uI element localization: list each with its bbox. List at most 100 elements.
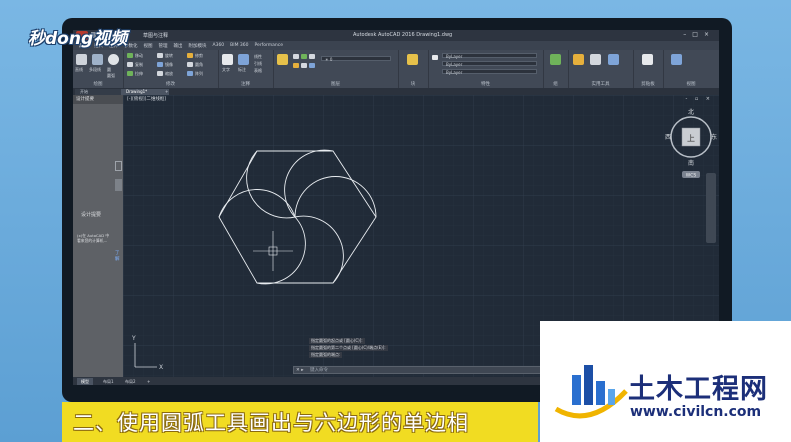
array-label: 阵列: [195, 71, 203, 76]
group-properties: ByLayer ByLayer ByLayer 特性: [428, 50, 544, 88]
group-modify-label: 修改: [166, 82, 175, 87]
group-draw: 直线 多段线 圆 圆弧 绘图: [73, 50, 124, 88]
compass-east[interactable]: 东: [711, 133, 717, 141]
design-feed-palette: 设计提要 设计提要 (x)在 AutoCAD 中 看来您的计算机… 了解: [73, 95, 123, 377]
group-groups: 组: [543, 50, 569, 88]
select-icon[interactable]: [590, 54, 601, 65]
arc-label: 圆弧: [107, 73, 115, 78]
group-view-label: 视图: [686, 82, 696, 87]
stretch-icon[interactable]: [127, 71, 133, 76]
measure-icon[interactable]: [573, 54, 584, 65]
video-logo: 秒dong视频: [28, 29, 128, 49]
line-icon[interactable]: [76, 54, 87, 65]
palette-marker-icon: [115, 179, 122, 191]
text-icon[interactable]: [222, 54, 233, 65]
civil-logo-icon: [554, 365, 628, 419]
rotate-label: 旋转: [165, 53, 173, 58]
compass-south[interactable]: 南: [688, 159, 694, 167]
table-label: 表格: [254, 68, 262, 73]
group-utilities: 实用工具: [568, 50, 634, 88]
rotate-icon[interactable]: [157, 53, 163, 58]
trim-icon[interactable]: [187, 53, 193, 58]
command-input-placeholder: 键入命令: [310, 368, 328, 373]
watermark-brand: 土木工程网: [628, 374, 768, 405]
title-bar: 草图与注释 Autodesk AutoCAD 2016 Drawing1.dwg…: [73, 30, 719, 41]
layer-dropdown[interactable]: ☀ 0: [321, 56, 391, 62]
dimension-icon[interactable]: [238, 54, 249, 65]
text-label: 文字: [222, 67, 230, 72]
file-tabs: 开始 Drawing1* +: [73, 88, 719, 95]
leader-label: 引线: [254, 61, 262, 66]
tab-layout2[interactable]: 布局2: [121, 378, 140, 385]
viewport-controls-label[interactable]: [-][俯视][二维线框]: [127, 96, 166, 102]
add-layout-icon[interactable]: +: [143, 378, 154, 385]
command-history-line: 指定圆弧的端点:: [309, 352, 343, 358]
layer-tool-icon[interactable]: [309, 63, 315, 68]
match-properties-icon[interactable]: [432, 55, 438, 60]
fillet-label: 圆角: [195, 62, 203, 67]
layer-tool-icon[interactable]: [309, 54, 315, 59]
stretch-label: 拉伸: [135, 71, 143, 76]
tab-addins[interactable]: 附加模块: [189, 43, 207, 49]
compass-north[interactable]: 北: [688, 108, 694, 116]
tab-view[interactable]: 视图: [144, 43, 153, 49]
tab-performance[interactable]: Performance: [255, 43, 284, 48]
layer-tool-icon[interactable]: [293, 54, 299, 59]
paste-icon[interactable]: [642, 54, 653, 65]
line-label: 直线: [75, 67, 83, 72]
layer-tool-icon[interactable]: [301, 54, 307, 59]
fillet-icon[interactable]: [187, 62, 193, 67]
navigation-bar[interactable]: [706, 173, 716, 243]
copy-icon[interactable]: [127, 62, 133, 67]
svg-text:Y: Y: [131, 335, 136, 342]
svg-text:X: X: [159, 364, 163, 371]
group-icon[interactable]: [550, 54, 561, 65]
tab-model[interactable]: 模型: [77, 378, 93, 385]
group-clipboard-label: 剪贴板: [641, 82, 655, 87]
palette-body: (x)在 AutoCAD 中 看来您的计算机…: [77, 233, 110, 243]
tab-layout1[interactable]: 布局1: [99, 378, 118, 385]
tab-a360[interactable]: A360: [213, 43, 225, 48]
group-groups-label: 组: [553, 82, 558, 87]
mirror-icon[interactable]: [157, 62, 163, 67]
view-cube-face-label: 上: [687, 134, 695, 143]
move-label: 移动: [135, 53, 143, 58]
ribbon-panel: 直线 多段线 圆 圆弧 绘图 移动 旋转 修剪 复制 镜像 圆角 拉伸 缩放 阵…: [73, 50, 719, 89]
palette-learn-link[interactable]: 了解: [115, 250, 123, 262]
window-controls[interactable]: –□×: [683, 31, 715, 38]
window-title: Autodesk AutoCAD 2016 Drawing1.dwg: [353, 32, 453, 38]
scale-icon[interactable]: [157, 71, 163, 76]
group-annotation: 文字 标注 线性 引线 表格 注释: [218, 50, 274, 88]
quick-calc-icon[interactable]: [608, 54, 619, 65]
color-dropdown[interactable]: ByLayer: [442, 53, 537, 59]
watermark-panel: 土木工程网 www.civilcn.com: [540, 321, 791, 442]
group-modify: 移动 旋转 修剪 复制 镜像 圆角 拉伸 缩放 阵列 修改: [123, 50, 219, 88]
insert-block-icon[interactable]: [407, 54, 418, 65]
circle-icon[interactable]: [108, 54, 119, 65]
workspace-switcher[interactable]: 草图与注释: [143, 32, 168, 39]
tab-manage[interactable]: 管理: [159, 43, 168, 49]
layer-properties-icon[interactable]: [277, 54, 288, 65]
group-annotation-label: 注释: [241, 82, 250, 87]
lineweight-dropdown[interactable]: ByLayer: [442, 69, 537, 75]
polyline-icon[interactable]: [92, 54, 103, 65]
palette-heading: 设计提要: [81, 212, 102, 218]
move-icon[interactable]: [127, 53, 133, 58]
array-icon[interactable]: [187, 71, 193, 76]
tab-output[interactable]: 输出: [174, 43, 183, 49]
polyline-label: 多段线: [89, 67, 101, 72]
copy-label: 复制: [135, 62, 143, 67]
group-block-label: 块: [410, 82, 416, 87]
tab-bim360[interactable]: BIM 360: [230, 43, 248, 48]
viewport-window-controls[interactable]: - ▫ ×: [685, 96, 713, 102]
layer-tool-icon[interactable]: [301, 63, 307, 68]
scale-label: 缩放: [165, 71, 173, 76]
close-icon[interactable]: ✕ ▸: [296, 367, 303, 374]
group-properties-label: 特性: [481, 82, 490, 87]
compass-west[interactable]: 西: [665, 134, 671, 141]
trim-label: 修剪: [195, 53, 203, 58]
group-layers-label: 图层: [331, 82, 340, 87]
base-view-icon[interactable]: [671, 54, 682, 65]
layer-tool-icon[interactable]: [293, 63, 299, 68]
linetype-dropdown[interactable]: ByLayer: [442, 61, 537, 67]
